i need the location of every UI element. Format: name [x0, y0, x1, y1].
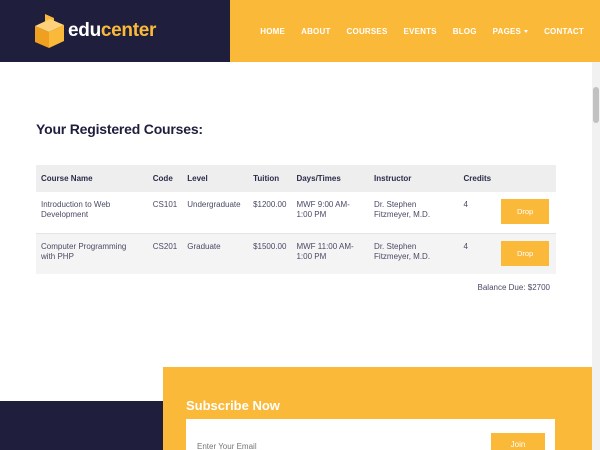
- subscribe-title: Subscribe Now: [186, 398, 280, 413]
- course-instructor: Dr. Stephen Fitzmeyer, M.D.: [369, 233, 459, 274]
- page-title: Your Registered Courses:: [36, 121, 203, 137]
- brand-name-center: center: [100, 20, 157, 41]
- nav-pages[interactable]: PAGES: [492, 26, 529, 36]
- course-level: Undergraduate: [182, 192, 249, 234]
- column-header: Code: [147, 165, 183, 192]
- table-row: Introduction to Web Development CS101 Un…: [36, 192, 556, 234]
- subscribe-section: Subscribe Now Join: [163, 367, 592, 450]
- drop-button[interactable]: Drop: [501, 240, 550, 266]
- registered-courses-table: Course Name Code Level Tuition Days/Time…: [36, 165, 556, 274]
- scrollbar-thumb[interactable]: [593, 87, 599, 123]
- chevron-down-icon: [524, 29, 529, 33]
- course-tuition: $1200.00: [248, 192, 292, 234]
- column-header: Instructor: [369, 165, 459, 192]
- course-instructor: Dr. Stephen Fitzmeyer, M.D.: [369, 192, 459, 234]
- course-code: CS201: [147, 233, 183, 274]
- course-name: Computer Programming with PHP: [36, 233, 148, 274]
- course-action-cell: Drop: [496, 233, 556, 274]
- course-times: MWF 11:00 AM-1:00 PM: [291, 233, 370, 274]
- footer-dark-panel: [0, 401, 163, 450]
- logo-icon: [35, 14, 64, 48]
- page-scrollbar[interactable]: [592, 62, 600, 450]
- site-header: educenter HOME ABOUT COURSES EVENTS BLOG…: [0, 0, 600, 62]
- course-code: CS101: [147, 192, 183, 234]
- table-header-row: Course Name Code Level Tuition Days/Time…: [36, 165, 556, 192]
- column-header: Tuition: [248, 165, 292, 192]
- course-tuition: $1500.00: [248, 233, 292, 274]
- course-credits: 4: [458, 192, 497, 234]
- nav-pages-label: PAGES: [492, 26, 522, 36]
- nav-blog[interactable]: BLOG: [453, 27, 477, 36]
- join-button[interactable]: Join: [491, 433, 545, 450]
- column-header: [496, 165, 556, 192]
- nav-events[interactable]: EVENTS: [404, 27, 437, 36]
- column-header: Course Name: [36, 165, 148, 192]
- course-credits: 4: [458, 233, 497, 274]
- column-header: Credits: [458, 165, 497, 192]
- course-action-cell: Drop: [496, 192, 556, 234]
- course-level: Graduate: [182, 233, 249, 274]
- main-nav: HOME ABOUT COURSES EVENTS BLOG PAGES CON…: [230, 0, 600, 62]
- column-header: Level: [182, 165, 249, 192]
- nav-about[interactable]: ABOUT: [301, 27, 330, 36]
- brand-logo[interactable]: educenter: [0, 0, 231, 62]
- nav-home[interactable]: HOME: [260, 27, 285, 36]
- brand-name: educenter: [68, 20, 156, 42]
- course-times: MWF 9:00 AM-1:00 PM: [291, 192, 370, 234]
- brand-name-edu: edu: [68, 20, 101, 41]
- course-name: Introduction to Web Development: [36, 192, 148, 234]
- drop-button[interactable]: Drop: [501, 199, 550, 224]
- column-header: Days/Times: [291, 165, 370, 192]
- nav-courses[interactable]: COURSES: [347, 27, 388, 36]
- nav-contact[interactable]: CONTACT: [544, 27, 584, 36]
- table-row: Computer Programming with PHP CS201 Grad…: [36, 233, 556, 274]
- balance-due: Balance Due: $2700: [477, 283, 551, 292]
